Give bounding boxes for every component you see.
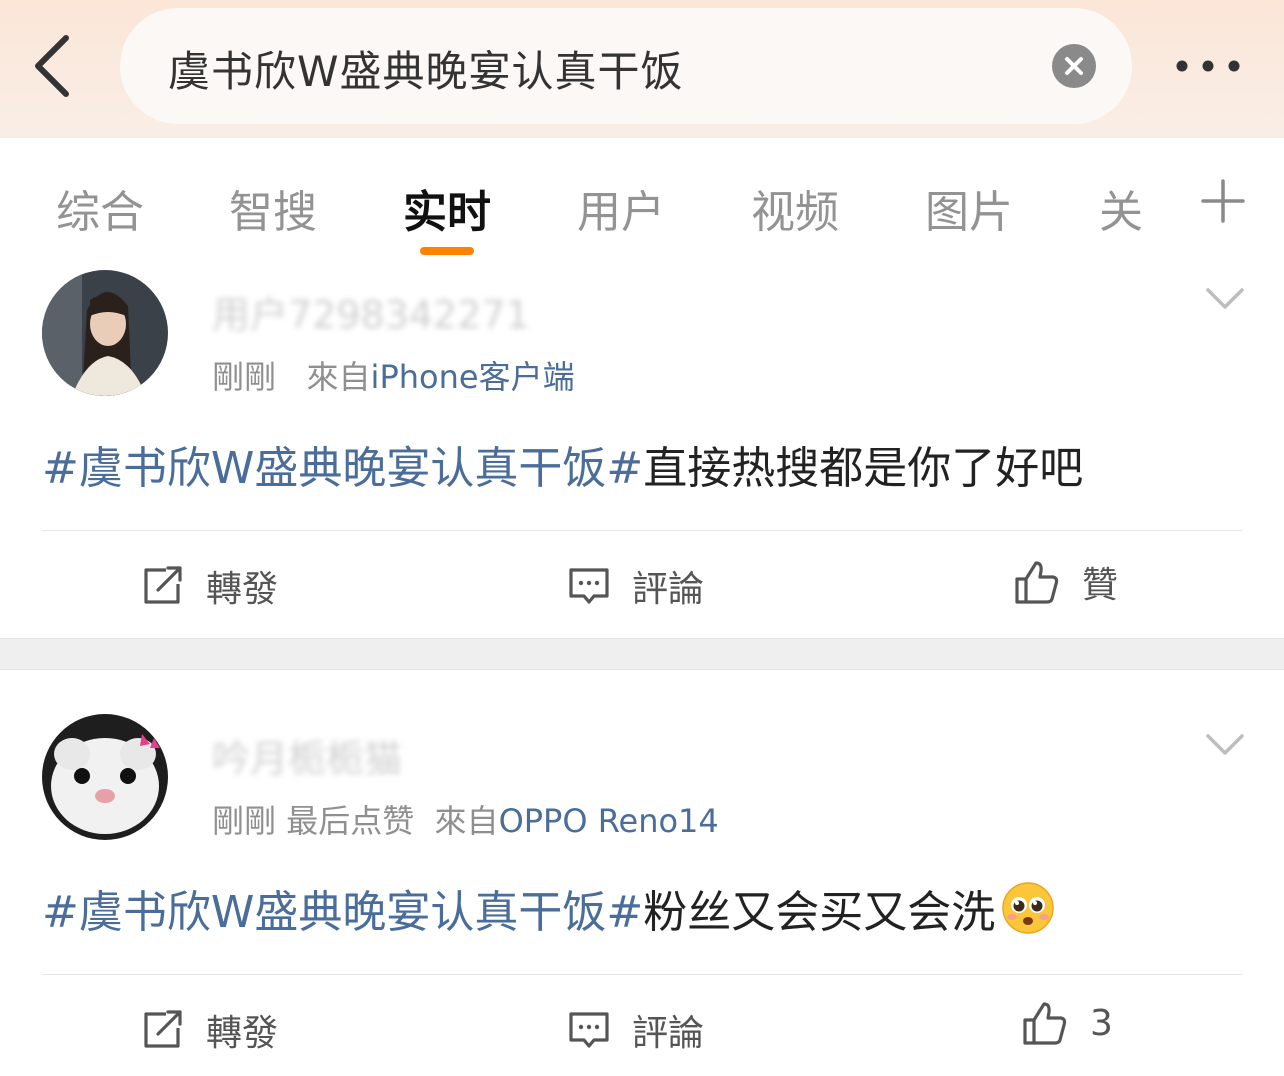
repost-label: 轉發 (206, 569, 279, 610)
pleading-face-emoji (1001, 881, 1055, 935)
like-button[interactable]: 贊 (1014, 556, 1118, 608)
avatar[interactable] (42, 270, 168, 396)
chevron-down-icon[interactable] (1204, 732, 1246, 758)
avatar[interactable] (42, 714, 168, 840)
divider (42, 974, 1242, 975)
hashtag-link[interactable]: #虞书欣W盛典晚宴认真干饭# (42, 443, 643, 494)
hashtag-link[interactable]: #虞书欣W盛典晚宴认真干饭# (42, 887, 643, 938)
post-content: #虞书欣W盛典晚宴认真干饭#粉丝又会买又会洗 (42, 876, 1055, 940)
repost-button[interactable]: 轉發 (142, 1004, 278, 1056)
username[interactable]: 吟月栀栀猫 (212, 728, 402, 783)
thumbs-up-icon (1015, 561, 1059, 604)
post-meta: 剛剛 最后点赞 來自OPPO Reno14 (212, 796, 719, 842)
source-prefix: 來自 (306, 358, 371, 396)
divider (42, 530, 1242, 531)
comment-label: 評論 (632, 1013, 705, 1054)
thumbs-up-icon (1023, 1002, 1067, 1045)
repost-label: 轉發 (206, 1013, 279, 1054)
tab-realtime[interactable]: 实时 (403, 176, 491, 240)
tab-fade (1150, 168, 1190, 238)
search-tabs: 综合 智搜 实时 用户 视频 图片 关 (0, 138, 1284, 266)
search-input[interactable]: 虞书欣W盛典晚宴认真干饭 (120, 8, 1132, 124)
top-bar: 虞书欣W盛典晚宴认真干饭 (0, 0, 1284, 138)
chevron-down-icon[interactable] (1204, 286, 1246, 312)
repost-icon (144, 566, 182, 604)
post-content: #虞书欣W盛典晚宴认真干饭#直接热搜都是你了好吧 (42, 432, 1083, 496)
section-gap (0, 638, 1284, 670)
add-tab-icon[interactable] (1200, 178, 1246, 224)
post-extra: 最后点赞 (286, 802, 415, 840)
tab-images[interactable]: 图片 (925, 176, 1013, 240)
clear-icon[interactable] (1052, 44, 1096, 88)
post-meta: 剛剛 來自iPhone客户端 (212, 352, 575, 398)
comment-label: 評論 (632, 569, 705, 610)
post-card: 用户7298342271 剛剛 來自iPhone客户端 #虞书欣W盛典晚宴认真干… (0, 266, 1284, 638)
post-time: 剛剛 (212, 802, 277, 840)
post-text: 粉丝又会买又会洗 (643, 887, 996, 938)
like-button[interactable]: 3 (1022, 1000, 1113, 1046)
comment-button[interactable]: 評論 (568, 1004, 704, 1056)
source-prefix: 來自 (434, 802, 499, 840)
post-source[interactable]: iPhone客户端 (371, 358, 575, 396)
tab-users[interactable]: 用户 (577, 176, 665, 240)
repost-button[interactable]: 轉發 (142, 560, 278, 612)
post-time: 剛剛 (212, 358, 277, 396)
post-text: 直接热搜都是你了好吧 (643, 443, 1084, 494)
comment-icon (569, 1012, 609, 1048)
comment-button[interactable]: 評論 (568, 560, 704, 612)
like-count: 3 (1090, 1002, 1113, 1044)
username[interactable]: 用户7298342271 (212, 284, 530, 339)
tab-follow[interactable]: 关 (1099, 176, 1143, 240)
post-card: 吟月栀栀猫 剛剛 最后点赞 來自OPPO Reno14 #虞书欣W盛典晚宴认真干… (0, 670, 1284, 1076)
tab-smart-search[interactable]: 智搜 (229, 176, 317, 240)
tab-videos[interactable]: 视频 (751, 176, 839, 240)
like-label: 贊 (1082, 565, 1119, 606)
back-icon[interactable] (30, 34, 80, 98)
active-tab-indicator (420, 247, 474, 255)
more-icon[interactable] (1172, 54, 1244, 78)
search-query: 虞书欣W盛典晚宴认真干饭 (168, 47, 684, 96)
repost-icon (144, 1010, 182, 1048)
tab-comprehensive[interactable]: 综合 (56, 176, 144, 240)
comment-icon (569, 568, 609, 604)
post-source[interactable]: OPPO Reno14 (499, 802, 719, 840)
